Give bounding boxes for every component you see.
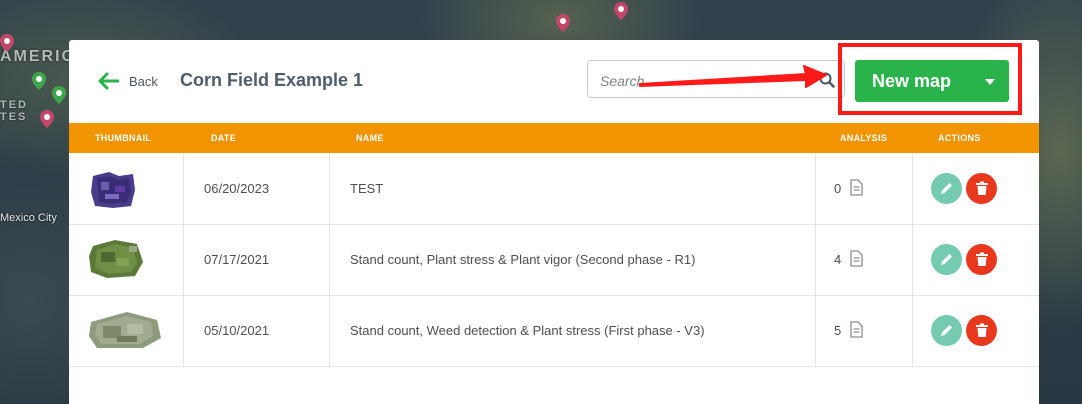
arrow-left-icon	[98, 72, 119, 90]
pencil-icon	[941, 325, 952, 336]
map-thumbnail[interactable]	[87, 310, 163, 350]
map-label-tes: TES	[0, 111, 28, 123]
delete-button[interactable]	[966, 244, 997, 275]
delete-button[interactable]	[966, 173, 997, 204]
map-pin-icon[interactable]	[52, 86, 66, 104]
analysis-count: 5	[834, 323, 842, 338]
trash-icon	[975, 323, 988, 337]
map-pin-icon[interactable]	[32, 72, 46, 90]
trash-icon	[975, 181, 988, 195]
page-title: Corn Field Example 1	[180, 70, 364, 90]
column-header-date: DATE	[211, 133, 237, 143]
map-label-mexico-city: Mexico City	[0, 212, 57, 224]
column-header-thumbnail: THUMBNAIL	[95, 133, 152, 143]
map-date: 05/10/2021	[204, 323, 270, 338]
edit-button[interactable]	[931, 173, 962, 204]
column-header-actions: ACTIONS	[938, 133, 981, 143]
map-thumbnail[interactable]	[89, 170, 137, 210]
table-row[interactable]: 06/20/2023 TEST 0	[69, 153, 1039, 225]
map-pin-icon[interactable]	[0, 34, 14, 52]
analysis-count: 4	[834, 252, 842, 267]
map-pin-icon[interactable]	[556, 14, 570, 32]
map-name[interactable]: TEST	[350, 181, 383, 196]
table-header: THUMBNAIL DATE NAME ANALYSIS ACTIONS	[69, 123, 1039, 153]
map-date: 06/20/2023	[204, 181, 270, 196]
document-icon[interactable]	[850, 321, 863, 338]
map-date: 07/17/2021	[204, 252, 270, 267]
map-name[interactable]: Stand count, Plant stress & Plant vigor …	[350, 252, 695, 267]
map-label-ted: TED	[0, 99, 28, 111]
back-label: Back	[129, 73, 158, 89]
pencil-icon	[941, 254, 952, 265]
pencil-icon	[941, 183, 952, 194]
annotation-highlight-box	[838, 43, 1022, 115]
table-row[interactable]: 05/10/2021 Stand count, Weed detection &…	[69, 295, 1039, 367]
map-pin-icon[interactable]	[614, 2, 628, 20]
document-icon[interactable]	[850, 179, 863, 196]
edit-button[interactable]	[931, 315, 962, 346]
search-input[interactable]	[598, 70, 812, 92]
map-thumbnail[interactable]	[87, 238, 145, 280]
search-field[interactable]	[587, 60, 845, 98]
map-pin-icon[interactable]	[40, 110, 54, 128]
delete-button[interactable]	[966, 315, 997, 346]
trash-icon	[975, 252, 988, 266]
column-header-analysis: ANALYSIS	[840, 133, 888, 143]
edit-button[interactable]	[931, 244, 962, 275]
map-name[interactable]: Stand count, Weed detection & Plant stre…	[350, 323, 705, 338]
back-button[interactable]: Back	[97, 72, 158, 90]
search-icon[interactable]	[819, 72, 835, 88]
column-header-name: NAME	[356, 133, 384, 143]
table-row[interactable]: 07/17/2021 Stand count, Plant stress & P…	[69, 224, 1039, 296]
analysis-count: 0	[834, 181, 842, 196]
document-icon[interactable]	[850, 250, 863, 267]
